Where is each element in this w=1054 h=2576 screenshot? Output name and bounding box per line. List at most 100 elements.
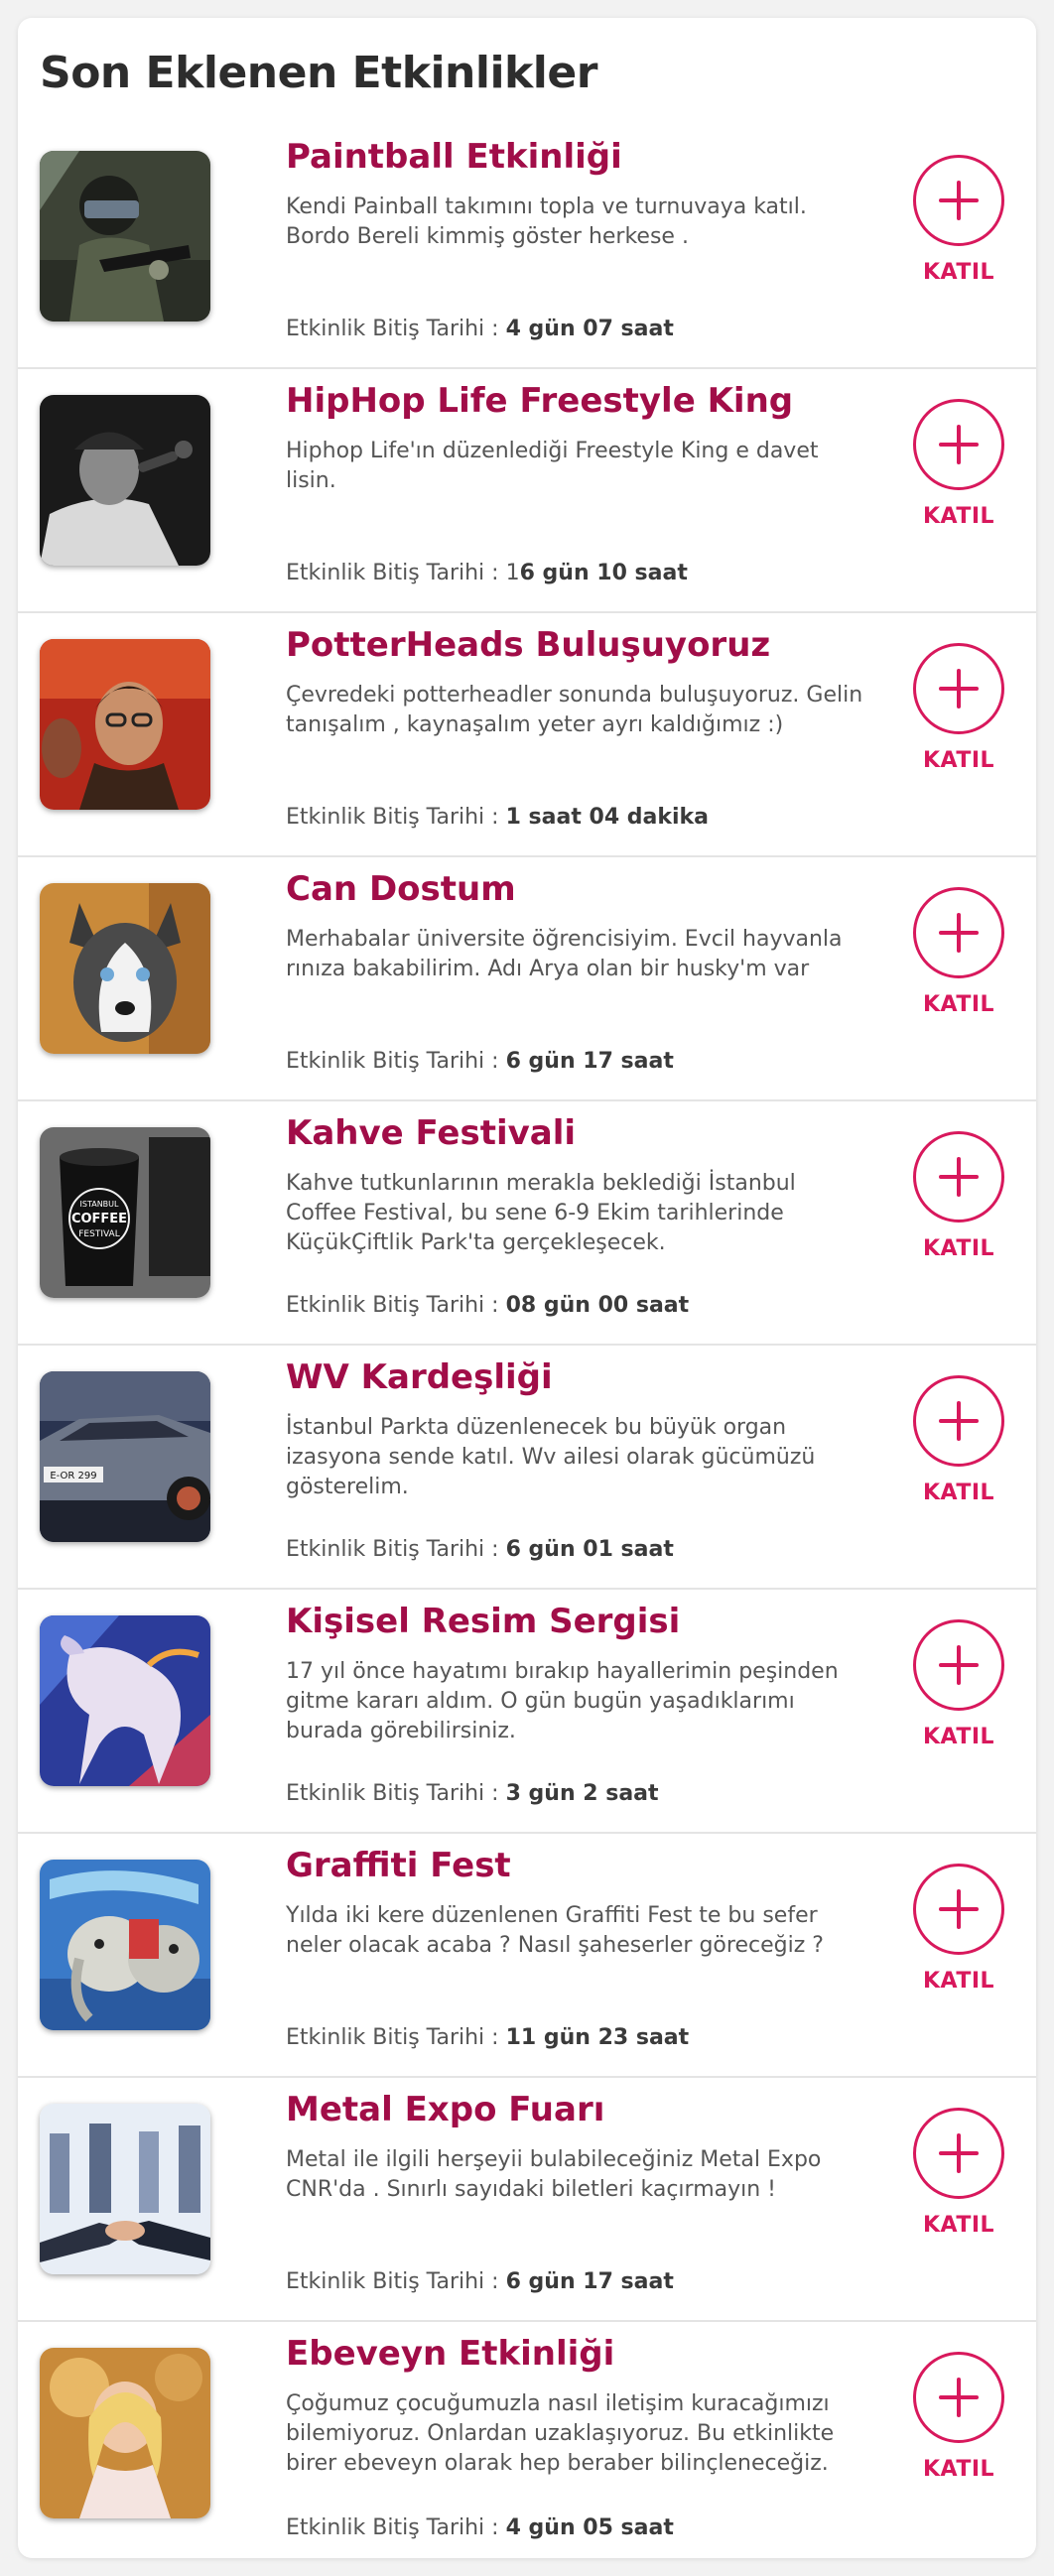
- event-deadline: Etkinlik Bitiş Tarihi : 1 saat 04 dakika: [286, 805, 709, 830]
- event-row: Ebeveyn Etkinliği Çoğumuz çocuğumuzla na…: [18, 2322, 1036, 2558]
- event-deadline: Etkinlik Bitiş Tarihi : 11 gün 23 saat: [286, 2025, 689, 2050]
- event-deadline: Etkinlik Bitiş Tarihi : 16 gün 10 saat: [286, 561, 688, 585]
- join-label[interactable]: KATIL: [904, 1969, 1013, 1994]
- event-row: PotterHeads Buluşuyoruz Çevredeki potter…: [18, 613, 1036, 857]
- event-title[interactable]: Metal Expo Fuarı: [286, 2090, 604, 2129]
- plus-icon[interactable]: [913, 2108, 1004, 2199]
- event-row: Paintball Etkinliği Kendi Painball takım…: [18, 125, 1036, 369]
- event-description: Kahve tutkunlarının merakla beklediği İs…: [286, 1171, 796, 1255]
- event-title[interactable]: HipHop Life Freestyle King: [286, 381, 793, 421]
- join-label[interactable]: KATIL: [904, 260, 1013, 285]
- join-label[interactable]: KATIL: [904, 504, 1013, 529]
- graffiti-photo[interactable]: [40, 1860, 210, 2030]
- event-title[interactable]: Kahve Festivali: [286, 1113, 576, 1153]
- event-deadline: Etkinlik Bitiş Tarihi : 6 gün 01 saat: [286, 1537, 674, 1562]
- event-title[interactable]: Ebeveyn Etkinliği: [286, 2334, 614, 2374]
- event-deadline: Etkinlik Bitiş Tarihi : 4 gün 07 saat: [286, 317, 674, 341]
- plus-icon[interactable]: [913, 887, 1004, 978]
- join-button[interactable]: KATIL: [904, 1619, 1013, 1749]
- join-button[interactable]: KATIL: [904, 2108, 1013, 2238]
- deadline-value: 6 gün 10 saat: [519, 561, 688, 585]
- deadline-value: 6 gün 17 saat: [505, 1049, 674, 1074]
- plus-icon[interactable]: [913, 1375, 1004, 1467]
- events-card: Son Eklenen Etkinlikler Paintball Etkinl…: [18, 18, 1036, 2558]
- plus-icon[interactable]: [913, 1864, 1004, 1955]
- join-label[interactable]: KATIL: [904, 1725, 1013, 1749]
- deadline-label: Etkinlik Bitiş Tarihi :: [286, 1537, 506, 1562]
- event-description: Yılda iki kere düzenlenen Graffiti Fest …: [286, 1903, 824, 1958]
- deadline-label: Etkinlik Bitiş Tarihi :: [286, 1049, 506, 1074]
- deadline-value: 3 gün 2 saat: [505, 1781, 659, 1806]
- join-label[interactable]: KATIL: [904, 748, 1013, 773]
- paintball-photo[interactable]: [40, 151, 210, 322]
- event-deadline: Etkinlik Bitiş Tarihi : 4 gün 05 saat: [286, 2515, 674, 2540]
- event-title[interactable]: Can Dostum: [286, 869, 516, 909]
- plus-icon[interactable]: [913, 2352, 1004, 2443]
- deadline-value: 6 gün 17 saat: [505, 2269, 674, 2294]
- event-title[interactable]: WV Kardeşliği: [286, 1357, 553, 1397]
- deadline-value: 1 saat 04 dakika: [505, 805, 710, 830]
- harry-potter-photo[interactable]: [40, 639, 210, 810]
- deadline-label: Etkinlik Bitiş Tarihi :: [286, 1293, 506, 1318]
- rapper-photo[interactable]: [40, 395, 210, 566]
- event-description: Çevredeki potterheadler sonunda buluşuyo…: [286, 683, 863, 737]
- deadline-label: Etkinlik Bitiş Tarihi :: [286, 805, 506, 830]
- cup-text-1: ISTANBUL: [80, 1200, 120, 1209]
- deadline-label: Etkinlik Bitiş Tarihi :: [286, 1781, 506, 1806]
- event-description: 17 yıl önce hayatımı bırakıp hayallerimi…: [286, 1659, 839, 1743]
- event-description: Metal ile ilgili herşeyii bulabileceğini…: [286, 2147, 822, 2202]
- join-button[interactable]: KATIL: [904, 1131, 1013, 1261]
- event-title[interactable]: Paintball Etkinliği: [286, 137, 622, 177]
- plus-icon[interactable]: [913, 1619, 1004, 1711]
- event-description: İstanbul Parkta düzenlenecek bu büyük or…: [286, 1415, 816, 1499]
- join-label[interactable]: KATIL: [904, 992, 1013, 1017]
- plus-icon[interactable]: [913, 643, 1004, 734]
- deadline-value: 4 gün 07 saat: [505, 317, 674, 341]
- deadline-label: Etkinlik Bitiş Tarihi : 1: [286, 561, 520, 585]
- deadline-label: Etkinlik Bitiş Tarihi :: [286, 2515, 506, 2540]
- join-button[interactable]: KATIL: [904, 1864, 1013, 1994]
- child-photo[interactable]: [40, 2348, 210, 2518]
- plus-icon[interactable]: [913, 399, 1004, 490]
- event-title[interactable]: PotterHeads Buluşuyoruz: [286, 625, 770, 665]
- event-row: Can Dostum Merhabalar üniversite öğrenci…: [18, 857, 1036, 1101]
- event-title[interactable]: Kişisel Resim Sergisi: [286, 1602, 680, 1641]
- event-list: Paintball Etkinliği Kendi Painball takım…: [18, 125, 1036, 2558]
- join-button[interactable]: KATIL: [904, 155, 1013, 285]
- car-photo[interactable]: E-OR 299: [40, 1371, 210, 1542]
- join-label[interactable]: KATIL: [904, 1481, 1013, 1505]
- deadline-value: 6 gün 01 saat: [505, 1537, 674, 1562]
- handshake-photo[interactable]: [40, 2104, 210, 2274]
- event-row: ISTANBUL COFFEE FESTIVAL Kahve Festivali…: [18, 1101, 1036, 1346]
- event-description: Merhabalar üniversite öğrencisiyim. Evci…: [286, 927, 843, 981]
- event-description: Kendi Painball takımını topla ve turnuva…: [286, 194, 807, 249]
- join-label[interactable]: KATIL: [904, 2457, 1013, 2482]
- event-row: Metal Expo Fuarı Metal ile ilgili herşey…: [18, 2078, 1036, 2322]
- horse-painting-photo[interactable]: [40, 1615, 210, 1786]
- event-deadline: Etkinlik Bitiş Tarihi : 6 gün 17 saat: [286, 1049, 674, 1074]
- deadline-label: Etkinlik Bitiş Tarihi :: [286, 2269, 506, 2294]
- event-row: HipHop Life Freestyle King Hiphop Life'ı…: [18, 369, 1036, 613]
- license-plate: E-OR 299: [50, 1471, 96, 1481]
- join-button[interactable]: KATIL: [904, 643, 1013, 773]
- join-button[interactable]: KATIL: [904, 887, 1013, 1017]
- event-row: Graffiti Fest Yılda iki kere düzenlenen …: [18, 1834, 1036, 2078]
- event-title[interactable]: Graffiti Fest: [286, 1846, 511, 1885]
- plus-icon[interactable]: [913, 1131, 1004, 1223]
- join-label[interactable]: KATIL: [904, 2213, 1013, 2238]
- husky-photo[interactable]: [40, 883, 210, 1054]
- join-button[interactable]: KATIL: [904, 399, 1013, 529]
- coffee-cup-photo[interactable]: ISTANBUL COFFEE FESTIVAL: [40, 1127, 210, 1298]
- event-deadline: Etkinlik Bitiş Tarihi : 6 gün 17 saat: [286, 2269, 674, 2294]
- event-row: E-OR 299 WV Kardeşliği İstanbul Parkta d…: [18, 1346, 1036, 1590]
- plus-icon[interactable]: [913, 155, 1004, 246]
- deadline-value: 08 gün 00 saat: [505, 1293, 690, 1318]
- event-deadline: Etkinlik Bitiş Tarihi : 08 gün 00 saat: [286, 1293, 689, 1318]
- event-row: Kişisel Resim Sergisi 17 yıl önce hayatı…: [18, 1590, 1036, 1834]
- cup-text-3: FESTIVAL: [78, 1229, 119, 1239]
- join-button[interactable]: KATIL: [904, 2352, 1013, 2482]
- join-label[interactable]: KATIL: [904, 1236, 1013, 1261]
- event-description: Çoğumuz çocuğumuzla nasıl iletişim kurac…: [286, 2391, 835, 2476]
- join-button[interactable]: KATIL: [904, 1375, 1013, 1505]
- page-title: Son Eklenen Etkinlikler: [40, 48, 597, 98]
